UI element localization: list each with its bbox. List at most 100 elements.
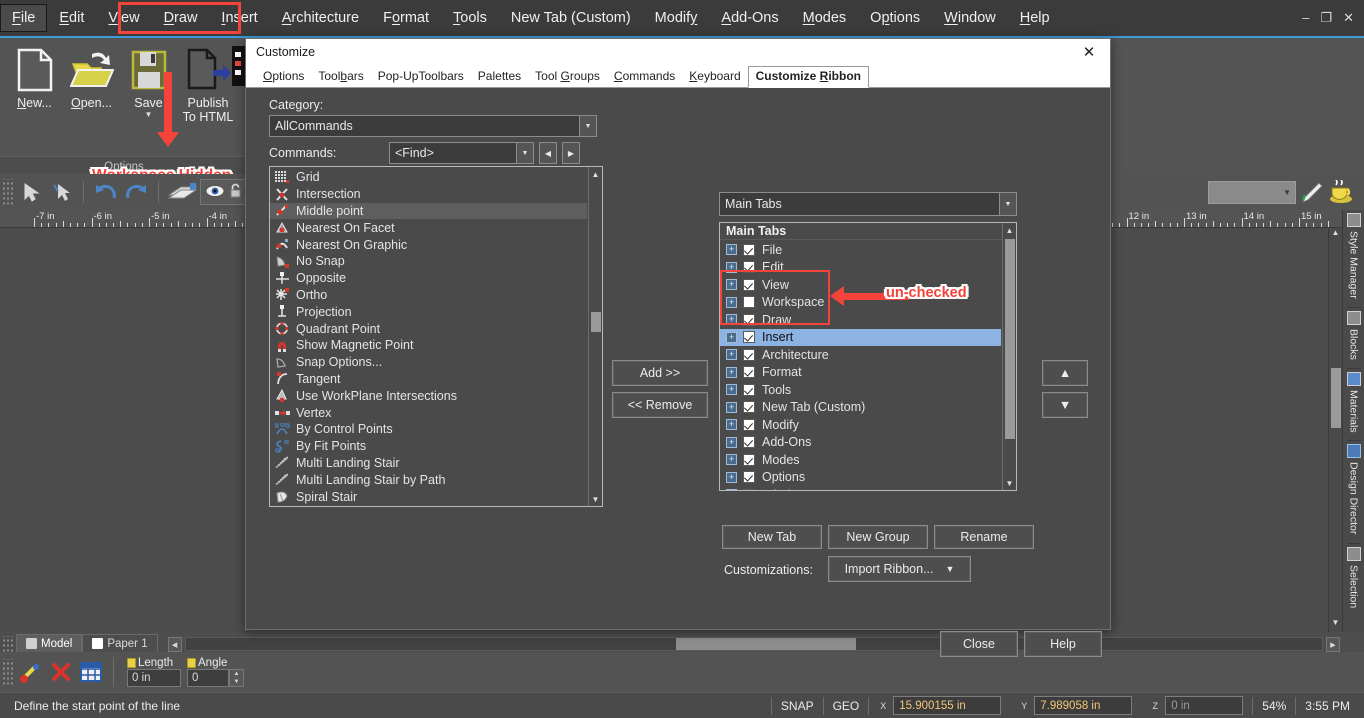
close-button[interactable]: Close bbox=[940, 631, 1018, 657]
delete-x-icon[interactable] bbox=[46, 657, 76, 687]
chevron-down-icon[interactable]: ▼ bbox=[946, 564, 955, 574]
tab-palettes[interactable]: Palettes bbox=[471, 67, 528, 87]
grid-table-icon[interactable] bbox=[76, 657, 106, 687]
coord-x-value[interactable]: 15.900155 in bbox=[893, 696, 1001, 715]
tab-tree-item[interactable]: +Window bbox=[720, 486, 1001, 491]
menu-item-modify[interactable]: Modify bbox=[643, 4, 710, 32]
new-group-button[interactable]: New Group bbox=[828, 525, 928, 549]
command-list-item[interactable]: Intersection bbox=[270, 186, 587, 203]
tab-visibility-checkbox[interactable] bbox=[743, 401, 755, 413]
ribbon-button-publish-to-html[interactable]: PublishTo HTML bbox=[177, 44, 239, 124]
menu-item-options[interactable]: Options bbox=[858, 4, 932, 32]
expand-plus-icon[interactable]: + bbox=[726, 349, 737, 360]
tab-visibility-checkbox[interactable] bbox=[743, 261, 755, 273]
remove-button[interactable]: << Remove bbox=[612, 392, 708, 418]
tab-tree-item[interactable]: +Edit bbox=[720, 259, 1001, 277]
toolbar-grip[interactable] bbox=[3, 179, 13, 205]
tab-visibility-checkbox[interactable] bbox=[743, 349, 755, 361]
move-up-button[interactable]: ▲ bbox=[1042, 360, 1088, 386]
command-list-item[interactable]: Opposite bbox=[270, 270, 587, 287]
tab-tree-item[interactable]: +File bbox=[720, 241, 1001, 259]
menu-item-edit[interactable]: Edit bbox=[47, 4, 96, 32]
expand-plus-icon[interactable]: + bbox=[726, 279, 737, 290]
commands-scrollbar[interactable]: ▲ ▼ bbox=[588, 167, 602, 506]
command-list-item[interactable]: Use WorkPlane Intersections bbox=[270, 387, 587, 404]
tab-tree-listbox[interactable]: Main Tabs +File+Edit+View+Workspace+Draw… bbox=[719, 222, 1017, 491]
scrollbar-thumb[interactable] bbox=[591, 312, 601, 332]
dock-item-materials[interactable]: Materials bbox=[1347, 369, 1361, 442]
tab-tree-item[interactable]: +Add-Ons bbox=[720, 434, 1001, 452]
length-input[interactable] bbox=[127, 669, 181, 687]
import-ribbon-button[interactable]: Import Ribbon... ▼ bbox=[828, 556, 971, 582]
expand-plus-icon[interactable]: + bbox=[726, 489, 737, 491]
stepper-down-icon[interactable]: ▼ bbox=[230, 678, 243, 686]
tabs-grip[interactable] bbox=[3, 636, 13, 652]
new-tab-button[interactable]: New Tab bbox=[722, 525, 822, 549]
find-next-button[interactable]: ▶ bbox=[562, 142, 580, 164]
tab-tool-groups[interactable]: Tool Groups bbox=[528, 67, 607, 87]
command-list-item[interactable]: No Snap bbox=[270, 253, 587, 270]
chevron-down-icon[interactable]: ▼ bbox=[999, 193, 1016, 215]
menu-item-window[interactable]: Window bbox=[932, 4, 1008, 32]
tab-visibility-checkbox[interactable] bbox=[743, 296, 755, 308]
dock-item-blocks[interactable]: Blocks bbox=[1347, 308, 1361, 369]
tab-tree-item[interactable]: +Format bbox=[720, 364, 1001, 382]
angle-stepper[interactable]: ▲ ▼ bbox=[229, 669, 244, 687]
commands-find-dropdown[interactable]: <Find> ▼ bbox=[389, 142, 534, 164]
expand-plus-icon[interactable]: + bbox=[726, 384, 737, 395]
tab-tree-item[interactable]: +Architecture bbox=[720, 346, 1001, 364]
menu-item-tools[interactable]: Tools bbox=[441, 4, 499, 32]
undo-icon[interactable] bbox=[91, 177, 121, 207]
tab-tree-item[interactable]: +Insert bbox=[720, 329, 1001, 347]
tab-tree-item[interactable]: +Options bbox=[720, 469, 1001, 487]
select-node-icon[interactable] bbox=[46, 177, 76, 207]
status-coord-y[interactable]: Y 7.989058 in bbox=[1010, 693, 1141, 718]
command-list-item[interactable]: Middle point bbox=[270, 203, 587, 220]
expand-plus-icon[interactable]: + bbox=[726, 262, 737, 273]
category-dropdown[interactable]: AllCommands ▼ bbox=[269, 115, 597, 137]
scrollbar-thumb[interactable] bbox=[676, 638, 856, 650]
command-list-item[interactable]: Nearest On Facet bbox=[270, 219, 587, 236]
find-prev-button[interactable]: ◀ bbox=[539, 142, 557, 164]
tabs-scope-dropdown[interactable]: Main Tabs ▼ bbox=[719, 192, 1017, 216]
lock-icon[interactable] bbox=[127, 658, 136, 668]
tab-tree-item[interactable]: +New Tab (Custom) bbox=[720, 399, 1001, 417]
status-coord-x[interactable]: X 15.900155 in bbox=[869, 693, 1010, 718]
expand-plus-icon[interactable]: + bbox=[726, 437, 737, 448]
dialog-title-bar[interactable]: Customize ✕ bbox=[246, 39, 1110, 65]
tab-visibility-checkbox[interactable] bbox=[743, 279, 755, 291]
status-geo-toggle[interactable]: GEO bbox=[824, 693, 869, 718]
command-list-item[interactable]: Stair By Linework bbox=[270, 505, 587, 507]
sheet-tab-paper-1[interactable]: Paper 1 bbox=[82, 634, 157, 652]
lock-icon[interactable] bbox=[187, 658, 196, 668]
redo-icon[interactable] bbox=[121, 177, 151, 207]
menu-item-modes[interactable]: Modes bbox=[791, 4, 859, 32]
command-list-item[interactable]: Vertex bbox=[270, 404, 587, 421]
sheet-tab-model[interactable]: Model bbox=[16, 634, 82, 652]
chevron-down-icon[interactable]: ▼ bbox=[516, 143, 533, 163]
snaprow-grip[interactable] bbox=[3, 659, 13, 685]
tab-visibility-checkbox[interactable] bbox=[743, 331, 755, 343]
command-list-item[interactable]: By Fit Points bbox=[270, 438, 587, 455]
coffee-cup-icon[interactable] bbox=[1326, 177, 1356, 207]
tab-toolbars[interactable]: Toolbars bbox=[311, 67, 370, 87]
tab-options[interactable]: Options bbox=[256, 67, 311, 87]
scroll-down-icon[interactable]: ▼ bbox=[589, 492, 602, 506]
style-combo[interactable]: ▼ bbox=[1208, 181, 1296, 204]
close-window-button[interactable]: ✕ bbox=[1343, 12, 1354, 24]
tab-tree-item[interactable]: +Modify bbox=[720, 416, 1001, 434]
tab-visibility-checkbox[interactable] bbox=[743, 384, 755, 396]
snap-magnet-icon[interactable] bbox=[16, 657, 46, 687]
add-button[interactable]: Add >> bbox=[612, 360, 708, 386]
menu-item-add-ons[interactable]: Add-Ons bbox=[709, 4, 790, 32]
stepper-up-icon[interactable]: ▲ bbox=[230, 670, 243, 678]
dock-item-design-director[interactable]: Design Director bbox=[1347, 441, 1361, 543]
scroll-up-icon[interactable]: ▲ bbox=[1003, 223, 1016, 237]
tab-keyboard[interactable]: Keyboard bbox=[682, 67, 747, 87]
chevron-down-icon[interactable]: ▼ bbox=[1283, 188, 1291, 197]
tab-visibility-checkbox[interactable] bbox=[743, 244, 755, 256]
move-down-button[interactable]: ▼ bbox=[1042, 392, 1088, 418]
tab-scroll-right-button[interactable]: ▶ bbox=[1326, 637, 1340, 652]
tab-commands[interactable]: Commands bbox=[607, 67, 682, 87]
eye-icon[interactable] bbox=[205, 184, 225, 201]
